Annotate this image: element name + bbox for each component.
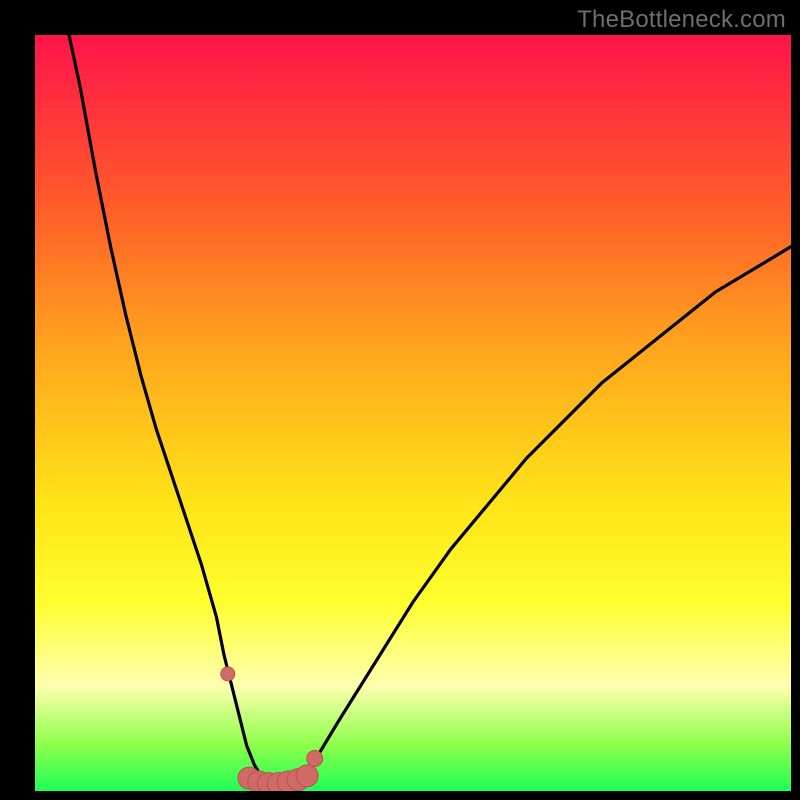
gradient-background — [35, 35, 791, 791]
highlight-marker — [221, 667, 235, 681]
chart-frame: TheBottleneck.com — [0, 0, 800, 800]
watermark-text: TheBottleneck.com — [577, 6, 786, 34]
highlight-marker — [296, 765, 318, 787]
plot-area — [35, 35, 791, 791]
chart-svg — [35, 35, 791, 791]
highlight-marker — [307, 750, 323, 766]
